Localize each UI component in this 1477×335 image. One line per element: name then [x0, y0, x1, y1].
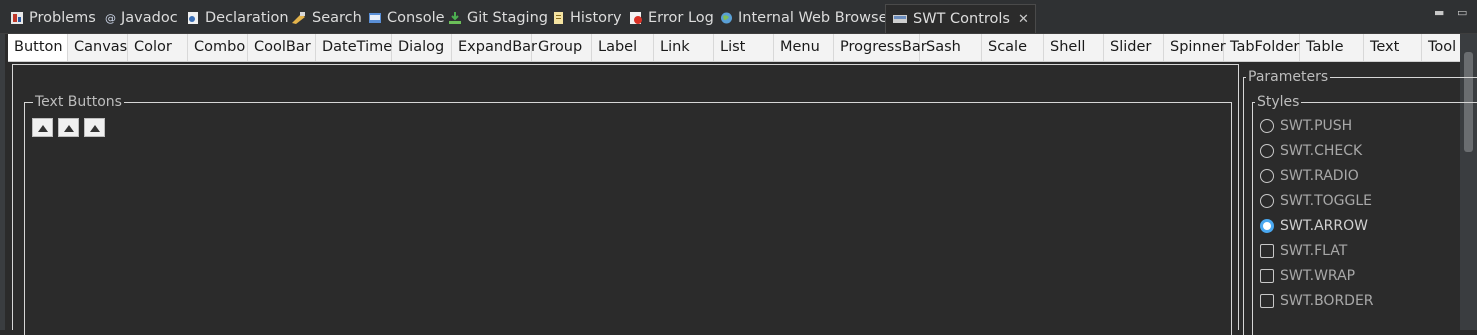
tab-declaration[interactable]: Declaration: [186, 6, 289, 30]
radio-button[interactable]: [1260, 194, 1274, 208]
javadoc-icon: @: [104, 11, 116, 25]
arrow-up-icon: [38, 125, 48, 132]
style-option-check[interactable]: SWT.CHECK: [1260, 141, 1362, 161]
tab-javadoc[interactable]: @ Javadoc: [104, 6, 178, 30]
checkbox[interactable]: [1260, 294, 1274, 308]
history-icon: [553, 11, 565, 25]
style-option-label: SWT.FLAT: [1280, 243, 1348, 259]
tab-swt-controls[interactable]: SWT Controls ✕: [885, 4, 1036, 33]
tab-group[interactable]: Group: [532, 34, 592, 61]
tab-tabfolder[interactable]: TabFolder: [1224, 34, 1300, 61]
git-staging-icon: [448, 11, 462, 25]
tab-label: Search: [312, 10, 362, 26]
search-icon: [291, 11, 307, 25]
style-option-label: SWT.RADIO: [1280, 168, 1359, 184]
style-option-label: SWT.TOGGLE: [1280, 193, 1372, 209]
control-tab-folder: Button Canvas Color Combo CoolBar DateTime Dia…: [8, 34, 1460, 62]
tab-scale[interactable]: Scale: [982, 34, 1044, 61]
style-option-label: SWT.BORDER: [1280, 293, 1374, 309]
tab-label: Error Log: [648, 10, 714, 26]
tab-label: SWT Controls: [913, 11, 1010, 27]
problems-icon: [10, 11, 24, 25]
tab-progressbar[interactable]: ProgressBar: [834, 34, 927, 61]
checkbox[interactable]: [1260, 244, 1274, 258]
tab-link[interactable]: Link: [654, 34, 714, 61]
tab-label: Declaration: [205, 10, 289, 26]
radio-button[interactable]: [1260, 119, 1274, 133]
tab-history[interactable]: History: [553, 6, 622, 30]
style-option-wrap[interactable]: SWT.WRAP: [1260, 266, 1355, 286]
radio-button[interactable]: [1260, 144, 1274, 158]
tab-color[interactable]: Color: [128, 34, 188, 61]
style-option-label: SWT.PUSH: [1280, 118, 1353, 134]
tab-text[interactable]: Text: [1364, 34, 1422, 61]
arrow-up-icon: [64, 125, 74, 132]
text-buttons-group: Text Buttons: [24, 94, 1232, 335]
minimize-icon[interactable]: ▬: [1434, 6, 1444, 19]
group-title: Text Buttons: [35, 94, 122, 110]
web-browser-icon: [720, 11, 733, 25]
tab-expandbar[interactable]: ExpandBar: [452, 34, 537, 61]
tab-sash[interactable]: Sash: [920, 34, 982, 61]
view-tab-bar: Problems @ Javadoc Declaration Search Co…: [0, 0, 1477, 34]
svg-text:@: @: [105, 12, 116, 25]
style-option-push[interactable]: SWT.PUSH: [1260, 116, 1352, 136]
swt-controls-icon: [892, 12, 908, 26]
style-option-toggle[interactable]: SWT.TOGGLE: [1260, 191, 1372, 211]
tab-coolbar[interactable]: CoolBar: [248, 34, 316, 61]
tab-slider[interactable]: Slider: [1104, 34, 1164, 61]
left-edge-strip: [0, 0, 5, 330]
tab-tool[interactable]: Tool: [1422, 34, 1460, 61]
checkbox[interactable]: [1260, 269, 1274, 283]
group-title: Parameters: [1248, 69, 1329, 85]
tab-internal-web-browser[interactable]: Internal Web Browser: [720, 6, 893, 30]
arrow-up-icon: [90, 125, 100, 132]
tab-label: Javadoc: [121, 10, 178, 26]
tab-table[interactable]: Table: [1300, 34, 1364, 61]
radio-button[interactable]: [1260, 219, 1274, 233]
tab-shell[interactable]: Shell: [1044, 34, 1104, 61]
style-option-label: SWT.ARROW: [1280, 218, 1368, 234]
tab-console[interactable]: Console: [368, 6, 445, 30]
tab-label: Git Staging: [467, 10, 548, 26]
tab-git-staging[interactable]: Git Staging: [448, 6, 548, 30]
tab-canvas[interactable]: Canvas: [68, 34, 128, 61]
tab-label: History: [570, 10, 622, 26]
style-option-radio[interactable]: SWT.RADIO: [1260, 166, 1359, 186]
style-option-label: SWT.WRAP: [1280, 268, 1356, 284]
style-option-border[interactable]: SWT.BORDER: [1260, 291, 1374, 311]
tab-combo[interactable]: Combo: [188, 34, 248, 61]
style-option-arrow[interactable]: SWT.ARROW: [1260, 216, 1368, 236]
tab-button[interactable]: Button: [8, 34, 68, 61]
console-icon: [368, 11, 382, 25]
arrow-up-button[interactable]: [84, 118, 105, 137]
declaration-icon: [186, 11, 200, 25]
tab-dialog[interactable]: Dialog: [392, 34, 452, 61]
style-option-label: SWT.CHECK: [1280, 143, 1363, 159]
group-title: Styles: [1257, 94, 1300, 110]
tab-problems[interactable]: Problems: [10, 6, 96, 30]
tab-menu[interactable]: Menu: [774, 34, 834, 61]
error-log-icon: [629, 11, 643, 25]
tab-label: Internal Web Browser: [738, 10, 894, 26]
tab-search[interactable]: Search: [291, 6, 362, 30]
tab-list[interactable]: List: [714, 34, 774, 61]
maximize-icon[interactable]: ▭: [1457, 6, 1467, 19]
tab-datetime[interactable]: DateTime: [316, 34, 392, 61]
style-option-flat[interactable]: SWT.FLAT: [1260, 241, 1347, 261]
close-icon[interactable]: ✕: [1018, 12, 1029, 27]
tab-label[interactable]: Label: [592, 34, 654, 61]
tab-error-log[interactable]: Error Log: [629, 6, 714, 30]
arrow-up-button[interactable]: [58, 118, 79, 137]
tab-spinner[interactable]: Spinner: [1164, 34, 1226, 61]
arrow-up-button[interactable]: [32, 118, 53, 137]
tab-label: Problems: [29, 10, 96, 26]
tab-label: Console: [387, 10, 445, 26]
radio-button[interactable]: [1260, 169, 1274, 183]
